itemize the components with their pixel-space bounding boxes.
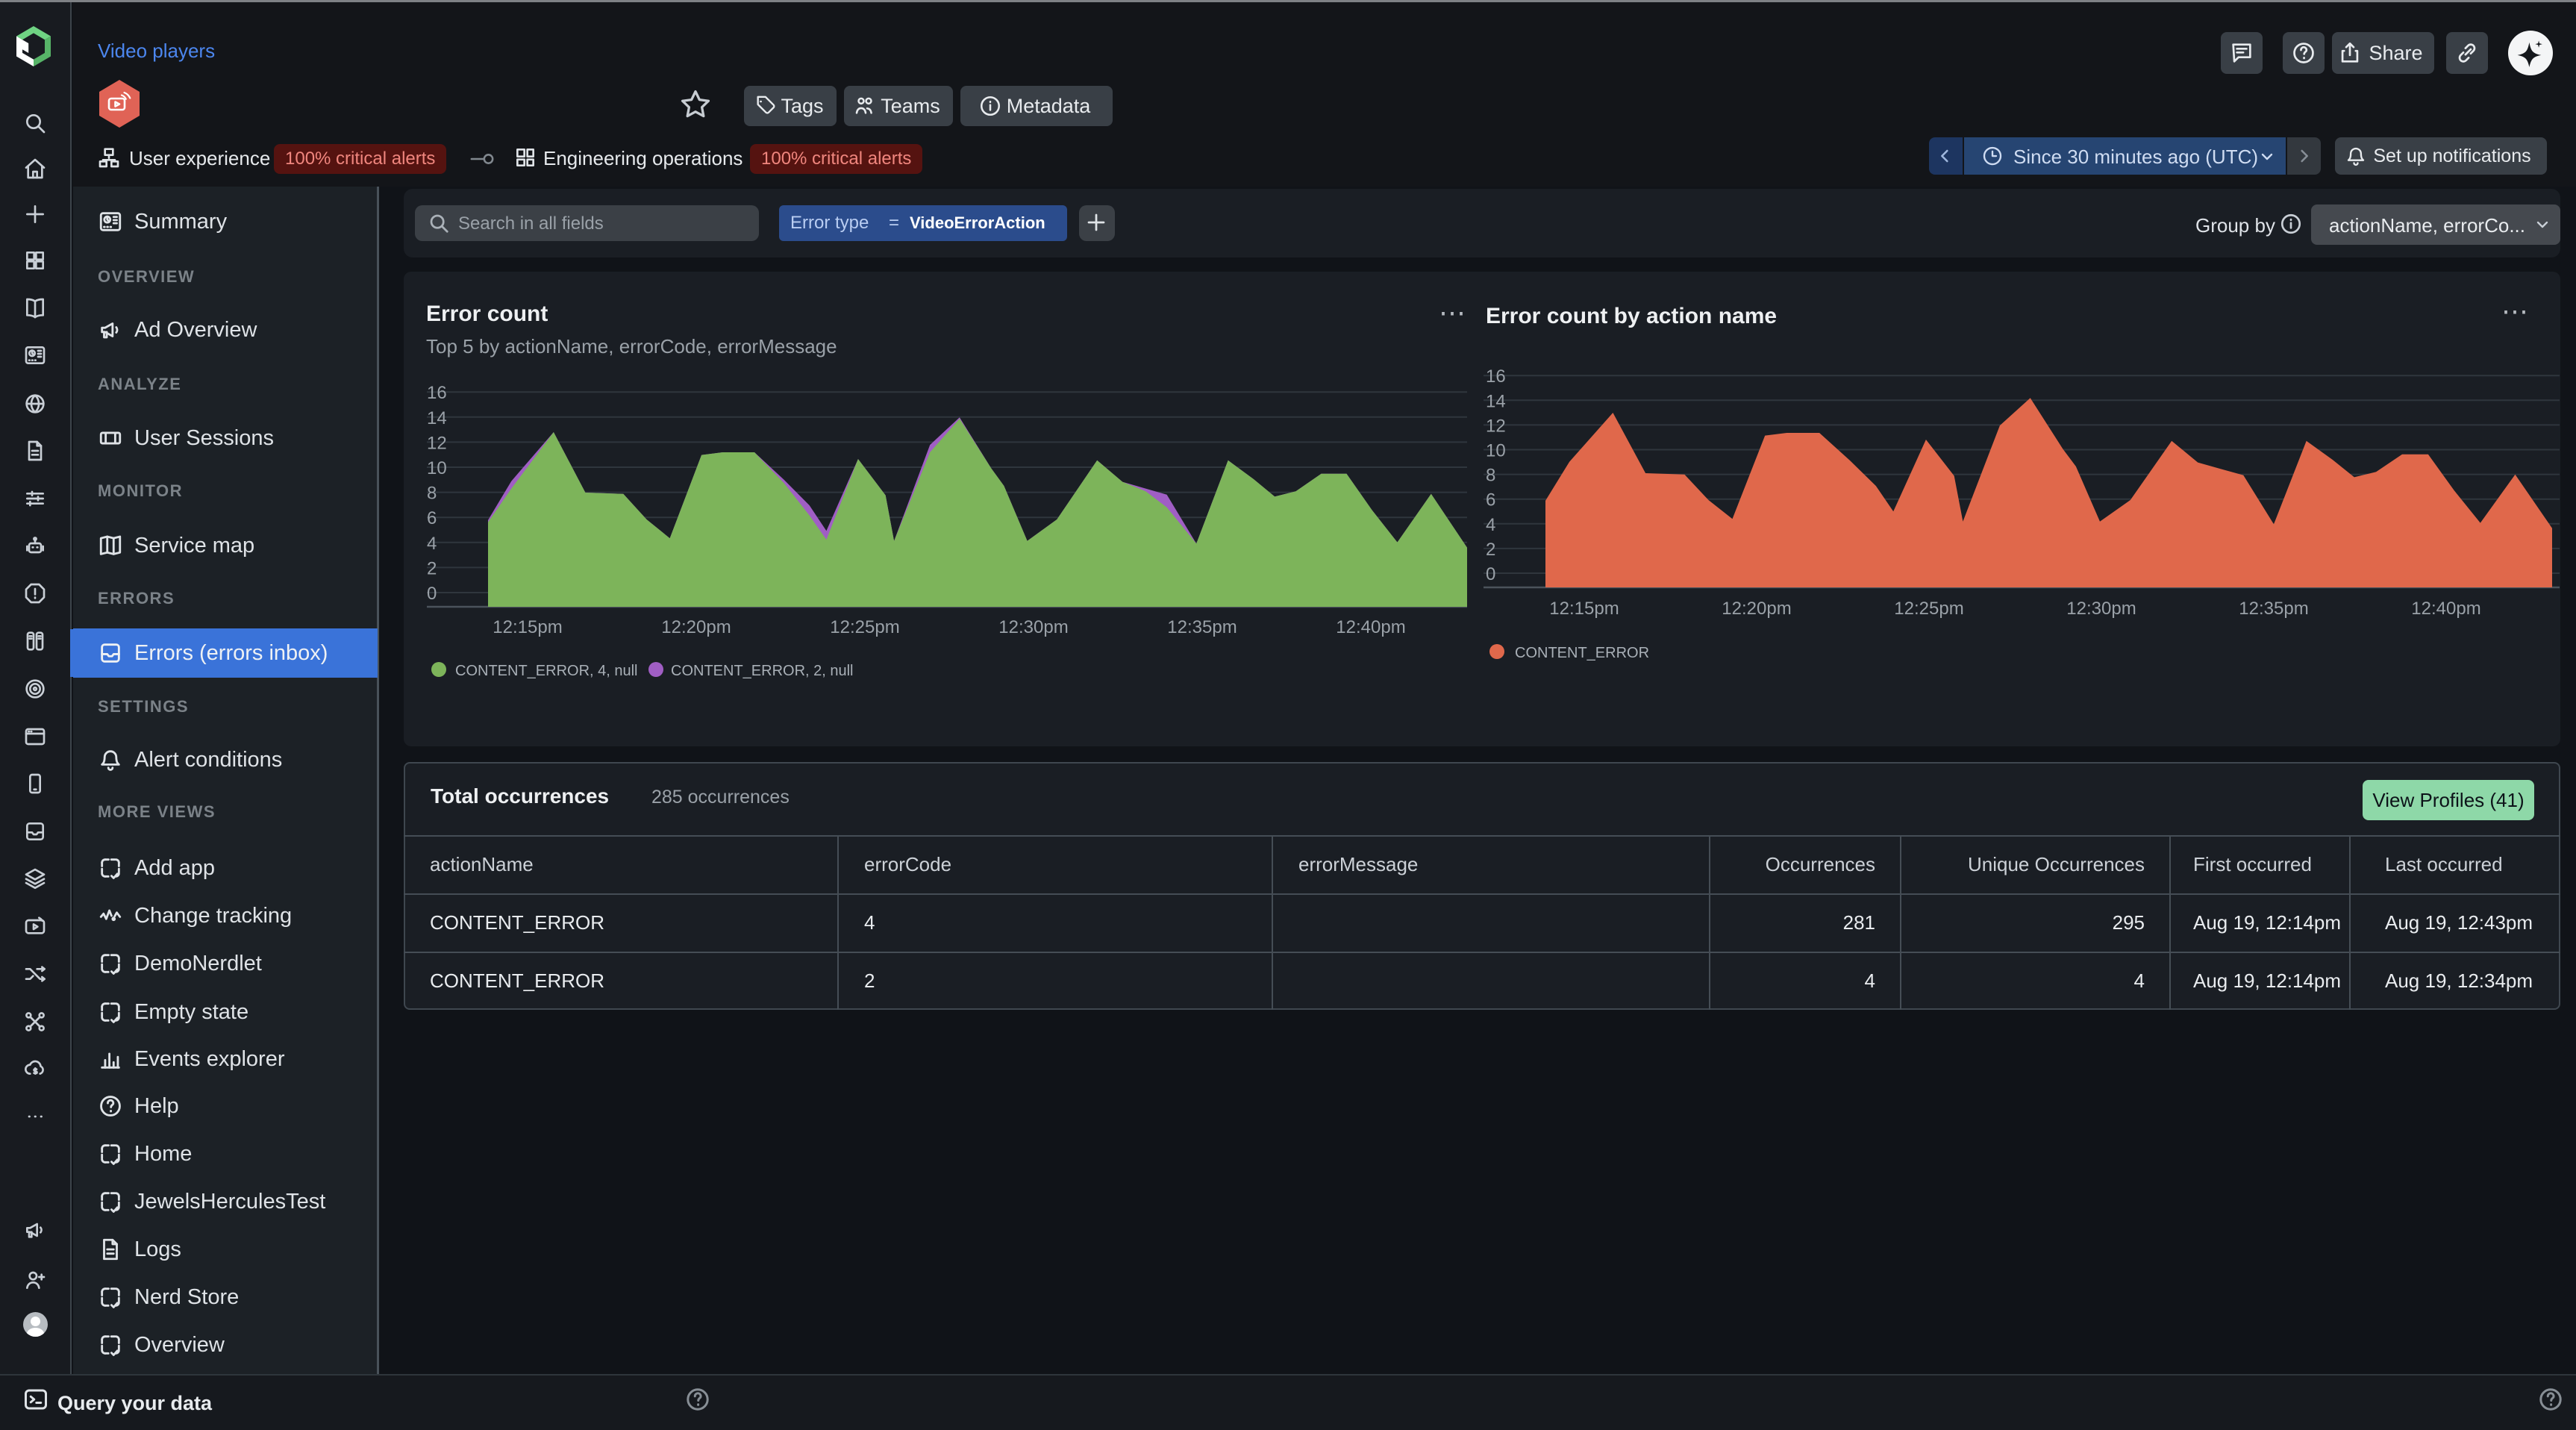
svg-text:16: 16 (427, 383, 447, 403)
svg-text:2: 2 (1486, 540, 1495, 560)
svg-text:12:30pm: 12:30pm (998, 617, 1068, 637)
svg-text:12: 12 (427, 433, 447, 453)
svg-text:12:40pm: 12:40pm (2411, 599, 2480, 619)
svg-text:8: 8 (427, 484, 437, 504)
svg-text:2: 2 (427, 558, 437, 578)
svg-text:0: 0 (427, 584, 437, 604)
svg-text:10: 10 (427, 458, 447, 478)
svg-text:4: 4 (427, 534, 437, 554)
svg-text:14: 14 (1486, 391, 1506, 411)
svg-text:12:35pm: 12:35pm (2239, 599, 2308, 619)
svg-text:12:25pm: 12:25pm (830, 617, 899, 637)
svg-text:12:30pm: 12:30pm (2066, 599, 2136, 619)
svg-text:6: 6 (1486, 490, 1495, 511)
svg-text:8: 8 (1486, 466, 1495, 486)
svg-text:12: 12 (1486, 416, 1506, 436)
svg-text:4: 4 (1486, 515, 1495, 535)
svg-text:12:15pm: 12:15pm (493, 617, 562, 637)
svg-text:12:20pm: 12:20pm (661, 617, 731, 637)
svg-text:6: 6 (427, 508, 437, 528)
svg-text:12:35pm: 12:35pm (1167, 617, 1237, 637)
svg-text:12:20pm: 12:20pm (1722, 599, 1791, 619)
svg-text:12:25pm: 12:25pm (1894, 599, 1963, 619)
svg-text:14: 14 (427, 408, 447, 428)
svg-text:12:15pm: 12:15pm (1549, 599, 1619, 619)
svg-text:10: 10 (1486, 441, 1506, 461)
svg-text:0: 0 (1486, 564, 1495, 584)
svg-text:12:40pm: 12:40pm (1336, 617, 1405, 637)
svg-text:16: 16 (1486, 366, 1506, 387)
